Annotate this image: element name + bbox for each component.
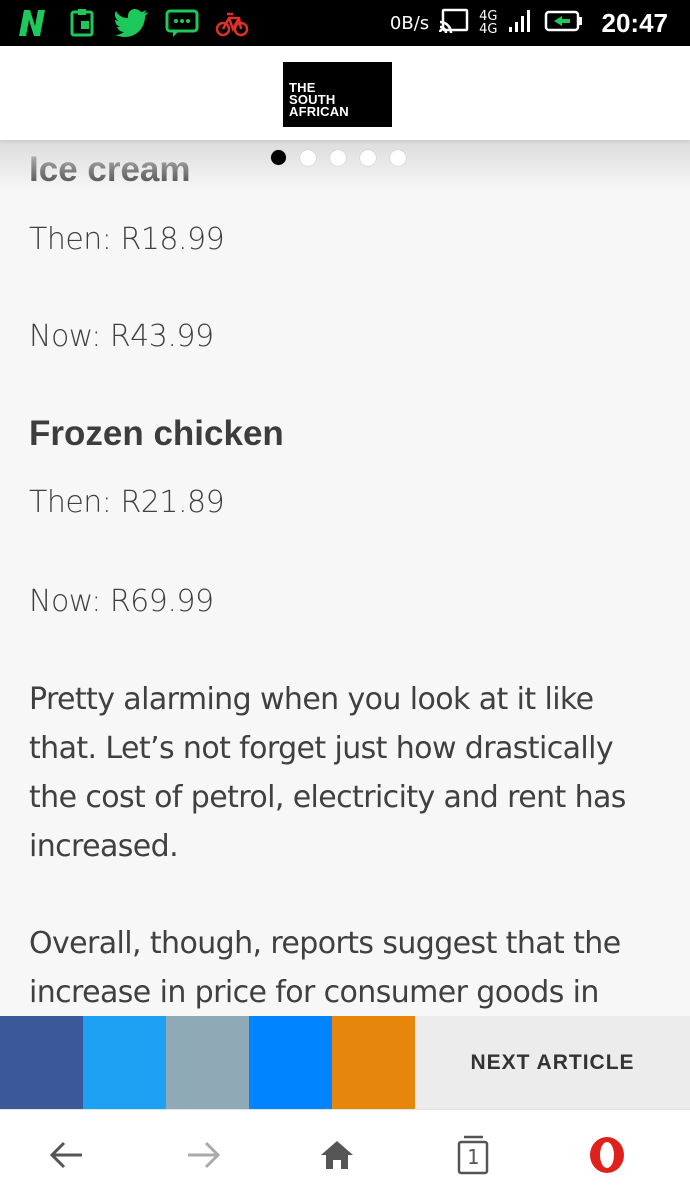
carousel-dot-3[interactable] [330,150,346,166]
item-then-price: Then: R18.99 [29,222,225,257]
back-button[interactable] [42,1130,92,1180]
clipboard-icon [64,8,100,38]
carousel-dots [271,150,406,166]
item-now-price: Now: R43.99 [29,319,214,354]
status-bar: 0B/s 4G 4G 20:47 [0,0,690,46]
carousel-dot-1[interactable] [271,150,286,165]
home-button[interactable] [312,1130,362,1180]
net-speed: 0B/s [389,12,430,34]
article-paragraph: Pretty alarming when you look at it like… [29,682,626,864]
article-paragraph: Overall, though, reports suggest that th… [29,926,621,1010]
share-bar: NEXT ARTICLE [0,1016,690,1109]
arrow-right-icon [188,1141,221,1169]
facebook-share-button[interactable] [0,1016,83,1109]
system-icons: 0B/s 4G 4G 20:47 [390,6,668,40]
carousel-dot-5[interactable] [390,150,406,166]
chat-bubble-icon [164,8,200,38]
carousel-dot-2[interactable] [300,150,316,166]
opera-menu-button[interactable] [582,1130,632,1180]
tabs-button[interactable]: 1 [448,1130,498,1180]
site-header: THE SOUTH AFRICAN [0,46,690,140]
arrow-left-icon [49,1141,82,1169]
logo-line-3: AFRICAN [289,104,349,119]
email-share-button[interactable] [166,1016,249,1109]
twitter-share-button[interactable] [83,1016,166,1109]
site-logo[interactable]: THE SOUTH AFRICAN [283,62,392,127]
more-share-button[interactable] [332,1016,415,1109]
item-heading-ice-cream: Ice cream [29,150,191,189]
bicycle-icon [214,8,250,38]
item-now-price: Now: R69.99 [29,584,214,619]
tab-count: 1 [467,1145,480,1169]
next-article-button[interactable]: NEXT ARTICLE [415,1016,690,1109]
network-type-bottom: 4G [479,22,498,37]
forward-button[interactable] [178,1130,228,1180]
n-app-icon [14,8,50,38]
network-type: 4G 4G [479,10,497,36]
item-heading-frozen-chicken: Frozen chicken [29,414,284,453]
notification-icons [14,6,250,40]
clock: 20:47 [601,7,669,38]
home-icon [321,1141,353,1169]
carousel-dot-4[interactable] [360,150,376,166]
twitter-bird-icon [114,8,150,38]
signal-icon [508,9,534,38]
cast-icon [438,8,469,39]
messenger-share-button[interactable] [249,1016,332,1109]
browser-bottom-bar: 1 [0,1109,690,1201]
opera-logo-icon [590,1137,624,1173]
item-then-price: Then: R21.89 [29,485,225,520]
battery-icon [544,9,584,38]
